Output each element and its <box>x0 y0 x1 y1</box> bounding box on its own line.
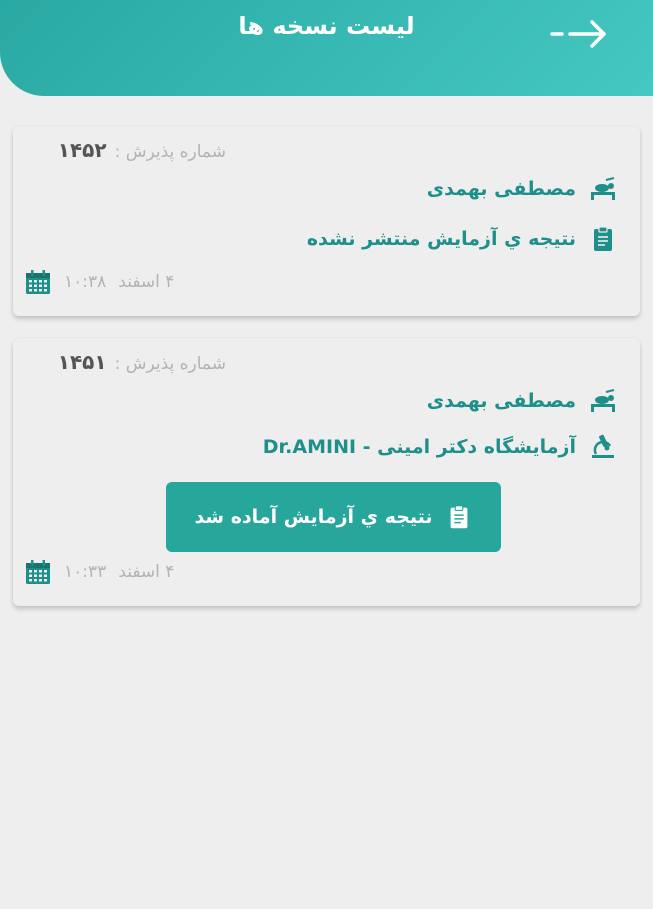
time-text: ۱۰:۳۳ <box>64 562 107 582</box>
status-row: نتیجه ي آزمایش منتشر نشده <box>307 224 618 254</box>
app-header: لیست نسخه ها <box>0 0 653 96</box>
patient-bed-icon <box>588 174 618 204</box>
patient-name: مصطفی بهمدی <box>426 390 576 412</box>
prescription-card[interactable]: شماره پذیرش : ۱۴۵۱ مصطفی بهمدی آزمایشگاه… <box>13 338 640 606</box>
microscope-icon <box>588 432 618 462</box>
date-row: ۴ اسفند ۱۰:۳۳ <box>24 558 174 586</box>
calendar-icon <box>24 558 52 586</box>
arrow-right-icon <box>550 20 606 48</box>
reception-info: شماره پذیرش : ۱۴۵۱ <box>58 350 226 374</box>
clipboard-icon <box>445 503 473 531</box>
patient-row: مصطفی بهمدی <box>427 386 618 416</box>
reception-label: شماره پذیرش : <box>114 354 226 374</box>
reception-label: شماره پذیرش : <box>114 142 226 162</box>
view-result-button[interactable]: نتیجه ي آزمایش آماده شد <box>166 482 501 552</box>
back-button[interactable] <box>546 14 612 54</box>
patient-bed-icon <box>588 386 618 416</box>
date-row: ۴ اسفند ۱۰:۳۸ <box>24 268 174 296</box>
lab-name: آزمایشگاه دکتر امینی - Dr.AMINI <box>262 436 576 458</box>
lab-row: آزمایشگاه دکتر امینی - Dr.AMINI <box>263 432 618 462</box>
reception-info: شماره پذیرش : ۱۴۵۲ <box>58 138 226 162</box>
calendar-icon <box>24 268 52 296</box>
patient-name: مصطفی بهمدی <box>426 178 576 200</box>
prescription-card[interactable]: شماره پذیرش : ۱۴۵۲ مصطفی بهمدی نتیجه ي آ… <box>13 126 640 316</box>
reception-number: ۱۴۵۲ <box>57 138 107 162</box>
date-text: ۴ اسفند <box>118 562 175 582</box>
clipboard-icon <box>588 224 618 254</box>
time-text: ۱۰:۳۸ <box>64 272 107 292</box>
reception-number: ۱۴۵۱ <box>57 350 107 374</box>
result-status: نتیجه ي آزمایش منتشر نشده <box>306 228 576 250</box>
result-button-label: نتیجه ي آزمایش آماده شد <box>194 506 433 528</box>
date-text: ۴ اسفند <box>118 272 175 292</box>
patient-row: مصطفی بهمدی <box>427 174 618 204</box>
